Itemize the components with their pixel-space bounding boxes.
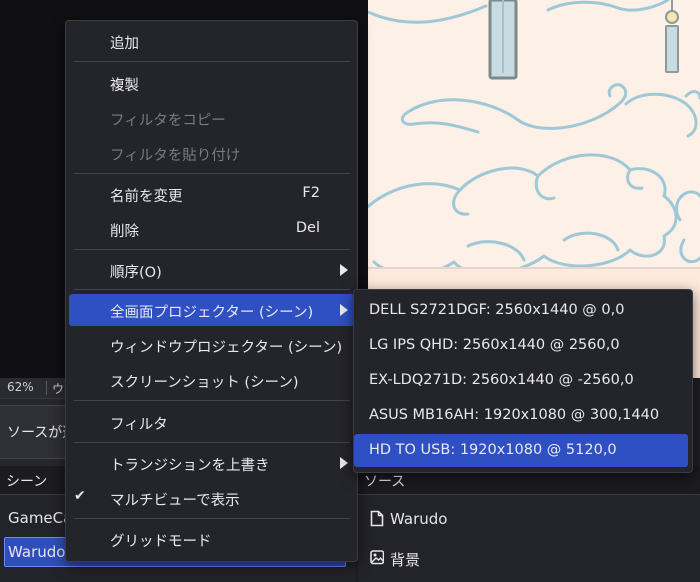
display-option-label: LG IPS QHD: 2560x1440 @ 2560,0 xyxy=(369,337,620,353)
file-icon xyxy=(370,510,384,527)
display-option-highlighted[interactable]: HD TO USB: 1920x1080 @ 5120,0 xyxy=(354,434,688,467)
sources-list: Warudo 背景 xyxy=(358,495,700,582)
menu-item-duplicate[interactable]: 複製 xyxy=(69,67,354,99)
menu-item-label: フィルタをコピー xyxy=(110,113,226,129)
shortcut-label: F2 xyxy=(302,185,320,201)
menu-item-label: グリッドモード xyxy=(110,534,212,550)
menu-item-add[interactable]: 追加 xyxy=(69,25,354,57)
menu-separator xyxy=(74,173,350,174)
menu-item-windowed-projector[interactable]: ウィンドウプロジェクター (シーン) xyxy=(69,329,354,361)
source-label: 背景 xyxy=(390,551,421,569)
projector-display-submenu: DELL S2721DGF: 2560x1440 @ 0,0 LG IPS QH… xyxy=(353,289,693,473)
menu-separator xyxy=(74,61,350,62)
menu-item-label: スクリーンショット (シーン) xyxy=(110,375,299,391)
menu-item-fullscreen-projector[interactable]: 全画面プロジェクター (シーン) xyxy=(69,294,354,326)
display-option[interactable]: ASUS MB16AH: 1920x1080 @ 300,1440 xyxy=(354,399,688,432)
display-option-label: EX-LDQ271D: 2560x1440 @ -2560,0 xyxy=(369,372,634,388)
menu-item-delete[interactable]: 削除 Del xyxy=(69,213,354,245)
menu-item-label: 全画面プロジェクター (シーン) xyxy=(110,305,314,321)
status-divider xyxy=(46,381,47,395)
submenu-arrow-icon xyxy=(340,304,348,316)
menu-item-label: トランジションを上書き xyxy=(110,458,270,474)
menu-item-order[interactable]: 順序(O) xyxy=(69,254,354,286)
display-option-label: HD TO USB: 1920x1080 @ 5120,0 xyxy=(369,442,617,458)
scene-context-menu: 追加 複製 フィルタをコピー フィルタを貼り付け 名前を変更 F2 削除 Del… xyxy=(65,20,358,562)
status-label: ウ xyxy=(52,382,65,396)
menu-separator xyxy=(74,442,350,443)
menu-item-label: ウィンドウプロジェクター (シーン) xyxy=(110,340,343,356)
shortcut-label: Del xyxy=(295,220,320,236)
image-icon xyxy=(370,550,384,565)
display-option-label: DELL S2721DGF: 2560x1440 @ 0,0 xyxy=(369,302,625,318)
menu-item-label: 名前を変更 xyxy=(110,189,183,205)
display-option[interactable]: LG IPS QHD: 2560x1440 @ 2560,0 xyxy=(354,329,688,362)
menu-item-rename[interactable]: 名前を変更 F2 xyxy=(69,178,354,210)
menu-separator xyxy=(74,289,350,290)
menu-separator xyxy=(74,249,350,250)
menu-item-copy-filters: フィルタをコピー xyxy=(69,102,354,134)
zoom-level: 62% xyxy=(7,380,34,394)
menu-item-filters[interactable]: フィルタ xyxy=(69,406,354,438)
menu-item-label: マルチビューで表示 xyxy=(110,493,240,509)
sources-title: ソース xyxy=(364,474,406,490)
source-item[interactable]: Warudo xyxy=(358,504,700,534)
submenu-arrow-icon xyxy=(340,264,348,276)
menu-item-show-in-multiview[interactable]: ✔ マルチビューで表示 xyxy=(69,482,354,514)
menu-item-label: 複製 xyxy=(110,78,139,94)
menu-separator xyxy=(74,400,350,401)
display-option[interactable]: DELL S2721DGF: 2560x1440 @ 0,0 xyxy=(354,294,688,327)
menu-item-label: 追加 xyxy=(110,36,139,52)
source-item[interactable]: 背景 xyxy=(358,543,700,573)
source-label: Warudo xyxy=(390,510,448,528)
menu-item-label: 順序(O) xyxy=(110,265,162,281)
menu-item-grid-mode[interactable]: グリッドモード xyxy=(69,523,354,555)
display-option-label: ASUS MB16AH: 1920x1080 @ 300,1440 xyxy=(369,407,660,423)
menu-item-paste-filters: フィルタを貼り付け xyxy=(69,137,354,169)
menu-item-label: 削除 xyxy=(110,224,139,240)
menu-item-label: フィルタを貼り付け xyxy=(110,148,241,164)
display-option[interactable]: EX-LDQ271D: 2560x1440 @ -2560,0 xyxy=(354,364,688,397)
scenes-title: シーン xyxy=(6,474,48,490)
menu-item-transition-override[interactable]: トランジションを上書き xyxy=(69,447,354,479)
menu-item-label: フィルタ xyxy=(110,417,168,433)
submenu-arrow-icon xyxy=(340,457,348,469)
checkmark-icon: ✔ xyxy=(74,488,86,504)
menu-item-screenshot[interactable]: スクリーンショット (シーン) xyxy=(69,364,354,396)
menu-separator xyxy=(74,518,350,519)
